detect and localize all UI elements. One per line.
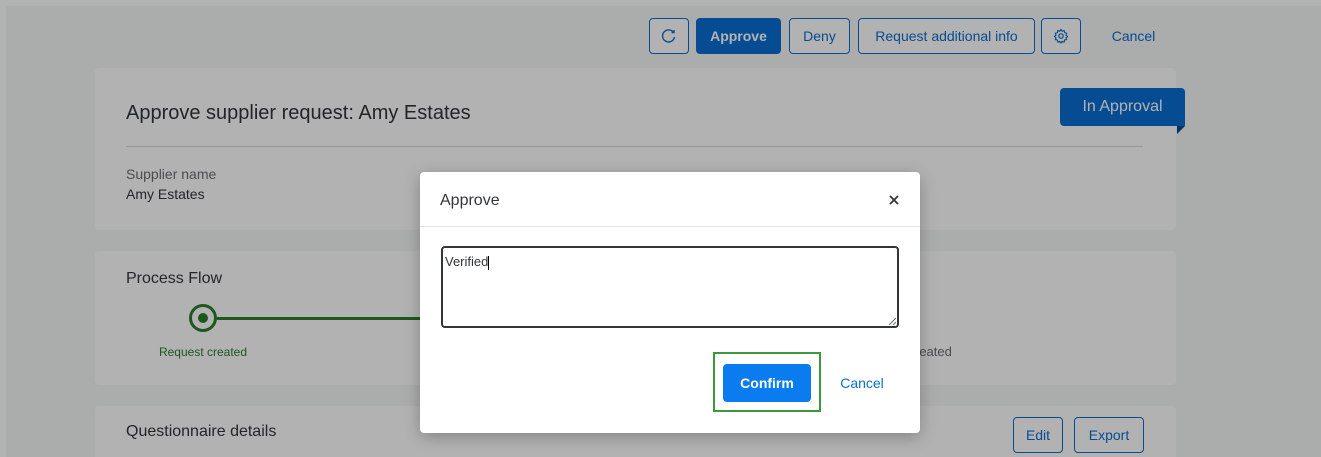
- approve-dialog: Approve Verified Confirm Cancel: [420, 172, 920, 433]
- resize-handle-icon[interactable]: [888, 317, 896, 325]
- dialog-close-button[interactable]: [882, 188, 906, 212]
- comment-text: Verified: [445, 254, 489, 269]
- text-caret: [488, 255, 490, 270]
- dialog-cancel-button[interactable]: Cancel: [832, 364, 892, 402]
- dialog-header-divider: [420, 226, 920, 227]
- comment-textarea[interactable]: Verified: [441, 246, 899, 328]
- dialog-title: Approve: [440, 192, 500, 209]
- confirm-button[interactable]: Confirm: [723, 364, 811, 402]
- close-icon: [889, 195, 899, 205]
